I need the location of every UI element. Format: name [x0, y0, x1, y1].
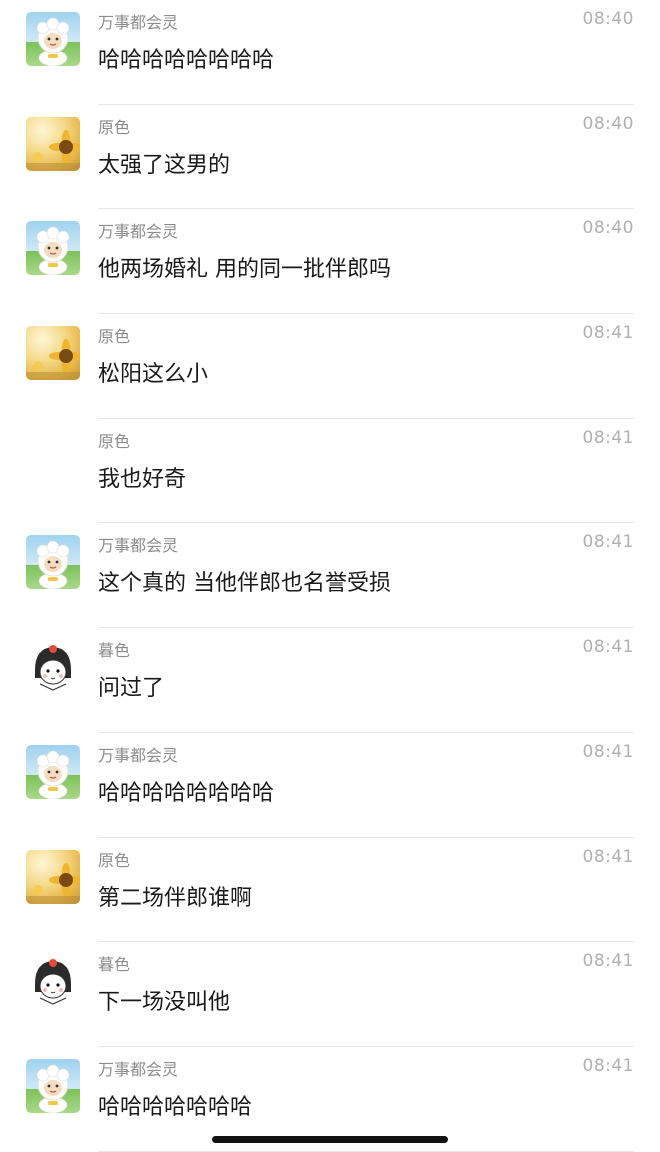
avatar[interactable]	[26, 954, 80, 1009]
avatar-slot	[26, 326, 80, 381]
message-text: 问过了	[98, 676, 165, 702]
avatar[interactable]	[26, 12, 80, 66]
avatar[interactable]	[26, 744, 80, 799]
message-text: 哈哈哈哈哈哈哈哈	[98, 780, 275, 806]
message-text: 哈哈哈哈哈哈哈哈	[98, 48, 275, 73]
sender-name: 万事都会灵	[98, 536, 179, 556]
chat-message[interactable]: 万事都会灵 08:40 他两场婚礼 用的同一批伴郎吗	[0, 209, 660, 315]
sender-name: 原色	[98, 117, 131, 137]
avatar[interactable]	[26, 640, 80, 695]
avatar-slot	[26, 12, 80, 66]
divider	[98, 1150, 634, 1152]
sender-name: 原色	[98, 850, 131, 870]
avatar-slot	[26, 744, 80, 799]
sender-name: 原色	[98, 431, 131, 451]
message-time: 08:41	[582, 951, 634, 972]
home-indicator[interactable]	[212, 1136, 448, 1143]
message-time: 08:40	[582, 9, 634, 29]
message-time: 08:41	[582, 427, 634, 448]
message-time: 08:41	[582, 637, 634, 658]
avatar[interactable]	[26, 849, 80, 904]
chat-message[interactable]: 万事都会灵 08:41 这个真的 当他伴郎也名誉受损	[0, 523, 660, 629]
chat-message[interactable]: 万事都会灵 08:41 哈哈哈哈哈哈哈哈	[0, 733, 660, 838]
message-text: 第二场伴郎谁啊	[98, 885, 253, 911]
sender-name: 原色	[98, 327, 131, 347]
sender-name: 暮色	[98, 641, 131, 661]
message-time: 08:41	[582, 846, 634, 867]
message-text: 松阳这么小	[98, 362, 209, 388]
avatar[interactable]	[26, 1058, 80, 1113]
message-text: 下一场没叫他	[98, 990, 231, 1016]
message-time: 08:40	[582, 113, 634, 134]
avatar[interactable]	[26, 326, 80, 381]
chat-message[interactable]: 暮色 08:41 下一场没叫他	[0, 942, 660, 1047]
avatar-slot	[26, 221, 80, 276]
avatar-slot	[26, 1058, 80, 1113]
chat-message[interactable]: 原色 08:41 我也好奇	[0, 419, 660, 524]
message-text: 他两场婚礼 用的同一批伴郎吗	[98, 257, 391, 283]
avatar[interactable]	[26, 535, 80, 590]
message-time: 08:41	[582, 1055, 634, 1076]
avatar[interactable]	[26, 221, 80, 276]
avatar-slot	[26, 640, 80, 695]
message-time: 08:41	[582, 741, 634, 762]
chat-message[interactable]: 原色 08:41 第二场伴郎谁啊	[0, 838, 660, 943]
message-text: 太强了这男的	[98, 152, 231, 178]
chat-message[interactable]: 原色 08:41 松阳这么小	[0, 314, 660, 419]
chat-message-list: 万事都会灵 08:40 哈哈哈哈哈哈哈哈 原色 08:40 太强了这男的 万事都会灵 08:4…	[0, 0, 660, 1152]
sender-name: 万事都会灵	[98, 222, 179, 242]
avatar[interactable]	[26, 116, 80, 171]
message-time: 08:41	[582, 532, 634, 553]
message-time: 08:40	[582, 218, 634, 239]
avatar-slot	[26, 116, 80, 171]
message-time: 08:41	[582, 323, 634, 344]
avatar-slot	[26, 954, 80, 1009]
chat-message[interactable]: 万事都会灵 08:40 哈哈哈哈哈哈哈哈	[0, 0, 660, 105]
message-text: 我也好奇	[98, 466, 187, 492]
chat-message[interactable]: 暮色 08:41 问过了	[0, 628, 660, 733]
sender-name: 万事都会灵	[98, 13, 179, 32]
sender-name: 万事都会灵	[98, 745, 179, 765]
message-text: 哈哈哈哈哈哈哈	[98, 1094, 253, 1120]
message-text: 这个真的 当他伴郎也名誉受损	[98, 571, 391, 597]
sender-name: 暮色	[98, 955, 131, 975]
avatar-slot	[26, 431, 80, 485]
avatar-slot	[26, 849, 80, 904]
chat-message[interactable]: 原色 08:40 太强了这男的	[0, 105, 660, 210]
sender-name: 万事都会灵	[98, 1059, 179, 1079]
avatar-slot	[26, 535, 80, 590]
